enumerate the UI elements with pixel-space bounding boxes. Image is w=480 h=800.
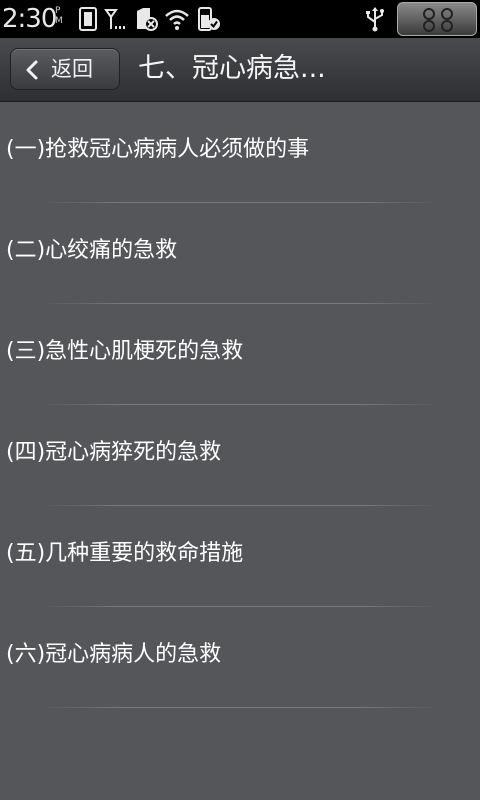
status-ampm: P M (55, 6, 63, 26)
status-ampm-top: P (55, 6, 61, 16)
phone-memory-icon (79, 7, 97, 31)
list-item[interactable]: (三)急性心肌梗死的急救 (0, 304, 480, 405)
chevron-left-icon (26, 60, 38, 80)
list-item[interactable]: (四)冠心病猝死的急救 (0, 405, 480, 506)
status-bar: 2:30 P M (0, 0, 480, 38)
back-button[interactable]: 返回 (10, 48, 120, 90)
wifi-icon (165, 9, 189, 30)
status-icons (78, 6, 222, 32)
signal-icon (104, 9, 125, 29)
list-item-label: (四)冠心病猝死的急救 (6, 440, 222, 465)
list-item-label: (三)急性心肌梗死的急救 (6, 339, 244, 364)
chapter-list: (一)抢救冠心病病人必须做的事 (二)心绞痛的急救 (三)急性心肌梗死的急救 (… (0, 102, 480, 708)
menu-key-button[interactable] (397, 2, 477, 36)
page-title: 七、冠心病急... (138, 53, 326, 84)
sd-card-error-icon (137, 8, 158, 31)
list-item[interactable]: (一)抢救冠心病病人必须做的事 (0, 102, 480, 203)
divider (40, 707, 440, 708)
usb-icon (366, 7, 384, 32)
status-ampm-bottom: M (55, 16, 63, 26)
list-item[interactable]: (六)冠心病病人的急救 (0, 607, 480, 708)
title-bar: 返回 七、冠心病急... (0, 38, 480, 102)
list-item[interactable]: (二)心绞痛的急救 (0, 203, 480, 304)
list-item-label: (一)抢救冠心病病人必须做的事 (6, 137, 310, 162)
menu-key-icon (423, 8, 453, 32)
list-item-label: (五)几种重要的救命措施 (6, 541, 244, 566)
status-time: 2:30 (2, 4, 57, 34)
battery-icon (198, 7, 220, 31)
list-item-label: (六)冠心病病人的急救 (6, 642, 222, 667)
list-item[interactable]: (五)几种重要的救命措施 (0, 506, 480, 607)
back-button-label: 返回 (51, 57, 93, 81)
list-item-label: (二)心绞痛的急救 (6, 238, 178, 263)
